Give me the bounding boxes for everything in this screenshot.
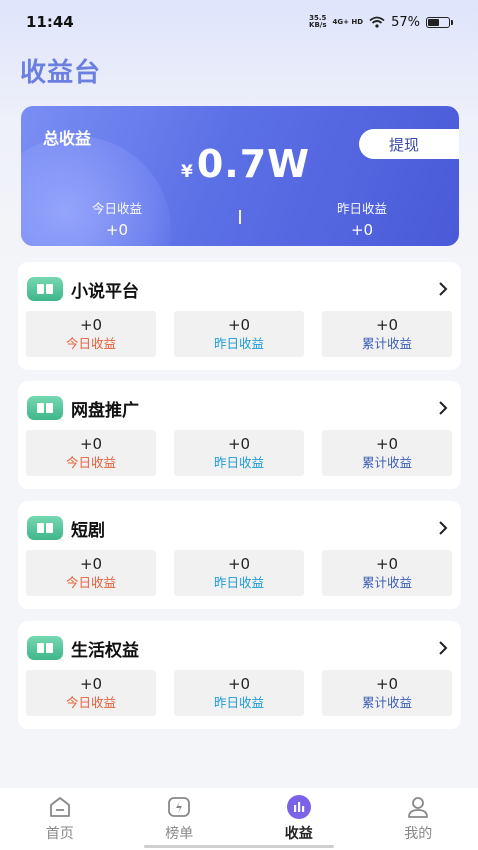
total-earnings-amount: ¥ 0.7W — [181, 142, 310, 186]
stat-value: +0 — [79, 555, 103, 573]
stat-label: 今日收益 — [65, 455, 116, 470]
tab-profile[interactable]: 我的 — [359, 788, 478, 850]
today-earnings-summary: 今日收益 +0 — [57, 198, 177, 239]
stat-label: 今日收益 — [65, 575, 116, 590]
stat-value: +0 — [79, 316, 103, 334]
profile-icon — [405, 794, 431, 820]
ranking-icon — [166, 794, 192, 820]
card-title: 网盘推广 — [71, 400, 139, 421]
stat-row: +0 今日收益 +0 昨日收益 +0 累计收益 — [26, 550, 452, 596]
chevron-right-icon[interactable] — [437, 282, 449, 296]
stat-label: 累计收益 — [361, 695, 412, 710]
stat-value: +0 — [79, 675, 103, 693]
net-speed: 35.5 KB/s — [309, 14, 327, 29]
wifi-icon — [369, 16, 385, 28]
platform-card-short-drama[interactable]: 短剧 +0 今日收益 +0 昨日收益 +0 累计收益 — [18, 501, 461, 609]
total-earnings-box: +0 累计收益 — [322, 311, 452, 357]
card-header[interactable]: 生活权益 — [27, 635, 449, 661]
stat-label: 昨日收益 — [213, 455, 264, 470]
yesterday-earnings-label: 昨日收益 — [336, 201, 387, 216]
platform-card-netdisk[interactable]: 网盘推广 +0 今日收益 +0 昨日收益 +0 累计收益 — [18, 381, 461, 489]
stat-value: +0 — [375, 675, 399, 693]
tab-home[interactable]: 首页 — [0, 788, 120, 850]
home-indicator — [144, 845, 334, 848]
status-indicators: 35.5 KB/s 4G+ HD 57% — [309, 14, 453, 30]
signal-icon: 4G+ HD — [332, 18, 364, 26]
yesterday-earnings-value: +0 — [350, 221, 374, 239]
stat-value: +0 — [227, 555, 251, 573]
stat-label: 今日收益 — [65, 336, 116, 351]
chevron-right-icon[interactable] — [437, 521, 449, 535]
status-time: 11:44 — [26, 13, 74, 31]
card-title: 小说平台 — [71, 281, 139, 302]
total-earnings-box: +0 累计收益 — [322, 550, 452, 596]
platform-card-life-benefits[interactable]: 生活权益 +0 今日收益 +0 昨日收益 +0 累计收益 — [18, 621, 461, 729]
today-earnings-box: +0 今日收益 — [26, 550, 156, 596]
tab-earnings[interactable]: 收益 — [239, 788, 359, 850]
today-earnings-box: +0 今日收益 — [26, 430, 156, 476]
stat-label: 昨日收益 — [213, 695, 264, 710]
stat-row: +0 今日收益 +0 昨日收益 +0 累计收益 — [26, 311, 452, 357]
card-title: 生活权益 — [71, 640, 139, 661]
bottom-tab-bar: 首页 榜单 收益 我的 — [0, 788, 478, 850]
stat-value: +0 — [227, 316, 251, 334]
stat-value: +0 — [227, 675, 251, 693]
tab-label: 榜单 — [165, 826, 194, 842]
tab-label: 我的 — [404, 826, 433, 842]
home-icon — [47, 794, 73, 820]
total-earnings-box: +0 累计收益 — [322, 430, 452, 476]
stat-row: +0 今日收益 +0 昨日收益 +0 累计收益 — [26, 670, 452, 716]
stat-value: +0 — [227, 435, 251, 453]
stat-value: +0 — [375, 555, 399, 573]
yesterday-earnings-box: +0 昨日收益 — [174, 550, 304, 596]
page-title: 收益台 — [20, 58, 102, 88]
book-icon — [27, 277, 63, 301]
stat-label: 累计收益 — [361, 575, 412, 590]
withdraw-button[interactable]: 提现 — [359, 129, 459, 159]
earnings-chart-icon — [286, 794, 312, 820]
today-earnings-value: +0 — [105, 221, 129, 239]
card-header[interactable]: 网盘推广 — [27, 395, 449, 421]
card-title: 短剧 — [71, 520, 105, 541]
total-earnings-box: +0 累计收益 — [322, 670, 452, 716]
yesterday-earnings-box: +0 昨日收益 — [174, 430, 304, 476]
card-header[interactable]: 小说平台 — [27, 276, 449, 302]
today-earnings-box: +0 今日收益 — [26, 670, 156, 716]
summary-divider — [239, 210, 241, 224]
stat-value: +0 — [79, 435, 103, 453]
card-header[interactable]: 短剧 — [27, 515, 449, 541]
yesterday-earnings-summary: 昨日收益 +0 — [302, 198, 422, 239]
currency-symbol: ¥ — [181, 162, 193, 182]
today-earnings-box: +0 今日收益 — [26, 311, 156, 357]
stat-label: 昨日收益 — [213, 336, 264, 351]
status-bar: 11:44 35.5 KB/s 4G+ HD 57% — [0, 0, 478, 44]
book-icon — [27, 516, 63, 540]
stat-label: 今日收益 — [65, 695, 116, 710]
total-earnings-label: 总收益 — [43, 129, 92, 148]
amount-value: 0.7W — [196, 142, 311, 186]
today-earnings-label: 今日收益 — [91, 201, 142, 216]
stat-label: 累计收益 — [361, 455, 412, 470]
tab-label: 收益 — [284, 826, 313, 842]
yesterday-earnings-box: +0 昨日收益 — [174, 670, 304, 716]
stat-value: +0 — [375, 435, 399, 453]
yesterday-earnings-box: +0 昨日收益 — [174, 311, 304, 357]
tab-label: 首页 — [45, 826, 74, 842]
stat-label: 累计收益 — [361, 336, 412, 351]
stat-label: 昨日收益 — [213, 575, 264, 590]
platform-card-novel[interactable]: 小说平台 +0 今日收益 +0 昨日收益 +0 累计收益 — [18, 262, 461, 370]
chevron-right-icon[interactable] — [437, 641, 449, 655]
battery-icon — [426, 16, 453, 28]
chevron-right-icon[interactable] — [437, 401, 449, 415]
book-icon — [27, 396, 63, 420]
battery-percent: 57% — [391, 14, 420, 30]
tab-ranking[interactable]: 榜单 — [120, 788, 240, 850]
book-icon — [27, 636, 63, 660]
total-earnings-card: 总收益 提现 ¥ 0.7W 今日收益 +0 昨日收益 +0 — [21, 106, 459, 246]
stat-value: +0 — [375, 316, 399, 334]
stat-row: +0 今日收益 +0 昨日收益 +0 累计收益 — [26, 430, 452, 476]
